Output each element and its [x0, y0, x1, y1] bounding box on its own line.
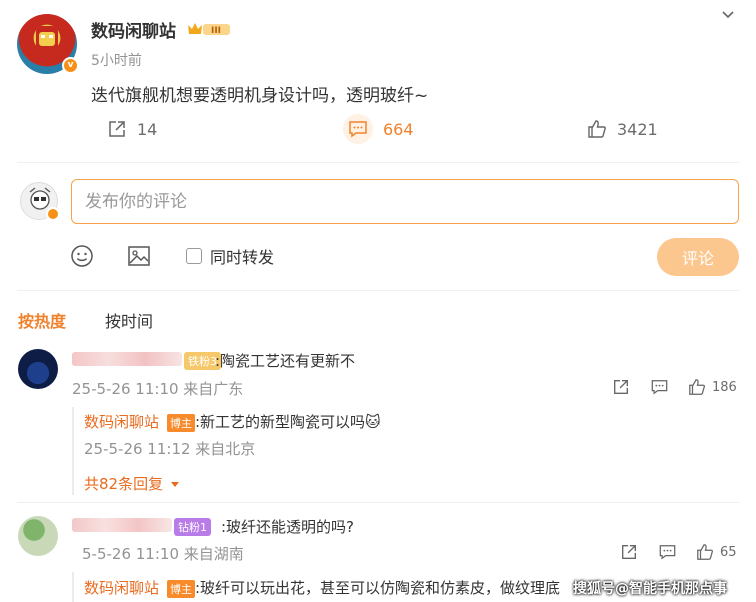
- reply-author-name[interactable]: 数码闲聊站: [84, 577, 159, 598]
- reply-meta: 25-5-26 11:12 来自北京: [84, 440, 256, 458]
- reply-icon[interactable]: [658, 543, 677, 561]
- watermark: 搜狐号@智能手机那点事: [573, 581, 727, 597]
- thumbs-up-icon: [697, 544, 714, 560]
- member-crown-badge: III: [186, 21, 232, 37]
- blogger-badge: 博主: [167, 580, 195, 598]
- repost-button[interactable]: 14: [107, 119, 157, 139]
- commenter-name-blurred[interactable]: [72, 352, 182, 366]
- share-icon[interactable]: [620, 543, 638, 561]
- level-badge-text: III: [211, 26, 221, 36]
- verified-badge: v: [62, 57, 79, 74]
- divider: [17, 290, 739, 291]
- post-author-name[interactable]: 数码闲聊站: [91, 17, 176, 42]
- blogger-badge: 博主: [167, 414, 195, 432]
- thumbs-up-icon: [588, 120, 606, 138]
- like-count: 3421: [617, 119, 658, 139]
- comment-text: :陶瓷工艺还有更新不: [215, 352, 356, 370]
- tab-sort-time[interactable]: 按时间: [105, 308, 153, 332]
- emoji-icon[interactable]: [70, 244, 94, 268]
- comment-like-count: 65: [720, 544, 737, 560]
- share-icon[interactable]: [612, 378, 630, 396]
- comment-like-button[interactable]: 65: [696, 543, 737, 561]
- comment-text: :玻纤还能透明的吗?: [221, 518, 355, 536]
- chevron-down-icon[interactable]: [721, 8, 735, 22]
- reply-thread-line: [72, 572, 74, 602]
- comment-count: 664: [383, 119, 414, 139]
- divider: [17, 162, 739, 163]
- comment-like-button[interactable]: 186: [688, 378, 737, 396]
- reply-thread-line: [72, 407, 74, 495]
- comment-meta: 25-5-26 11:10 来自广东: [72, 380, 244, 398]
- like-button[interactable]: 3421: [587, 119, 658, 139]
- tab-sort-hot[interactable]: 按热度: [18, 308, 66, 332]
- fan-badge: 钻粉1: [174, 518, 211, 536]
- more-replies-label: 共82条回复: [84, 475, 164, 493]
- comment-button[interactable]: 664: [343, 114, 414, 144]
- commenter-avatar[interactable]: [18, 516, 58, 556]
- reply-text: :玻纤可以玩出花，甚至可以仿陶瓷和仿素皮，做纹理底: [195, 579, 561, 597]
- repost-checkbox[interactable]: [186, 248, 202, 264]
- commenter-avatar[interactable]: [18, 349, 58, 389]
- more-replies-link[interactable]: 共82条回复: [84, 473, 180, 494]
- comment-input[interactable]: [71, 179, 739, 224]
- thumbs-up-icon: [689, 379, 706, 395]
- reply-author-name[interactable]: 数码闲聊站: [84, 411, 159, 432]
- reply-text: :新工艺的新型陶瓷可以吗🐱: [195, 413, 381, 431]
- post-time: 5小时前: [91, 53, 142, 69]
- submit-comment-button[interactable]: 评论: [657, 238, 739, 276]
- my-verified-badge: [46, 207, 60, 221]
- image-icon[interactable]: [127, 244, 151, 268]
- reply-icon[interactable]: [650, 378, 669, 396]
- repost-count: 14: [137, 119, 158, 139]
- repost-checkbox-label[interactable]: 同时转发: [210, 244, 274, 268]
- comment-like-count: 186: [712, 379, 737, 395]
- post-content: 迭代旗舰机想要透明机身设计吗，透明玻纤~: [91, 86, 429, 106]
- divider: [17, 502, 739, 503]
- comment-icon: [343, 114, 373, 144]
- caret-down-icon: [170, 482, 179, 487]
- share-icon: [109, 121, 125, 137]
- comment-meta: 5-5-26 11:10 来自湖南: [82, 545, 244, 563]
- commenter-name-blurred[interactable]: [72, 518, 172, 532]
